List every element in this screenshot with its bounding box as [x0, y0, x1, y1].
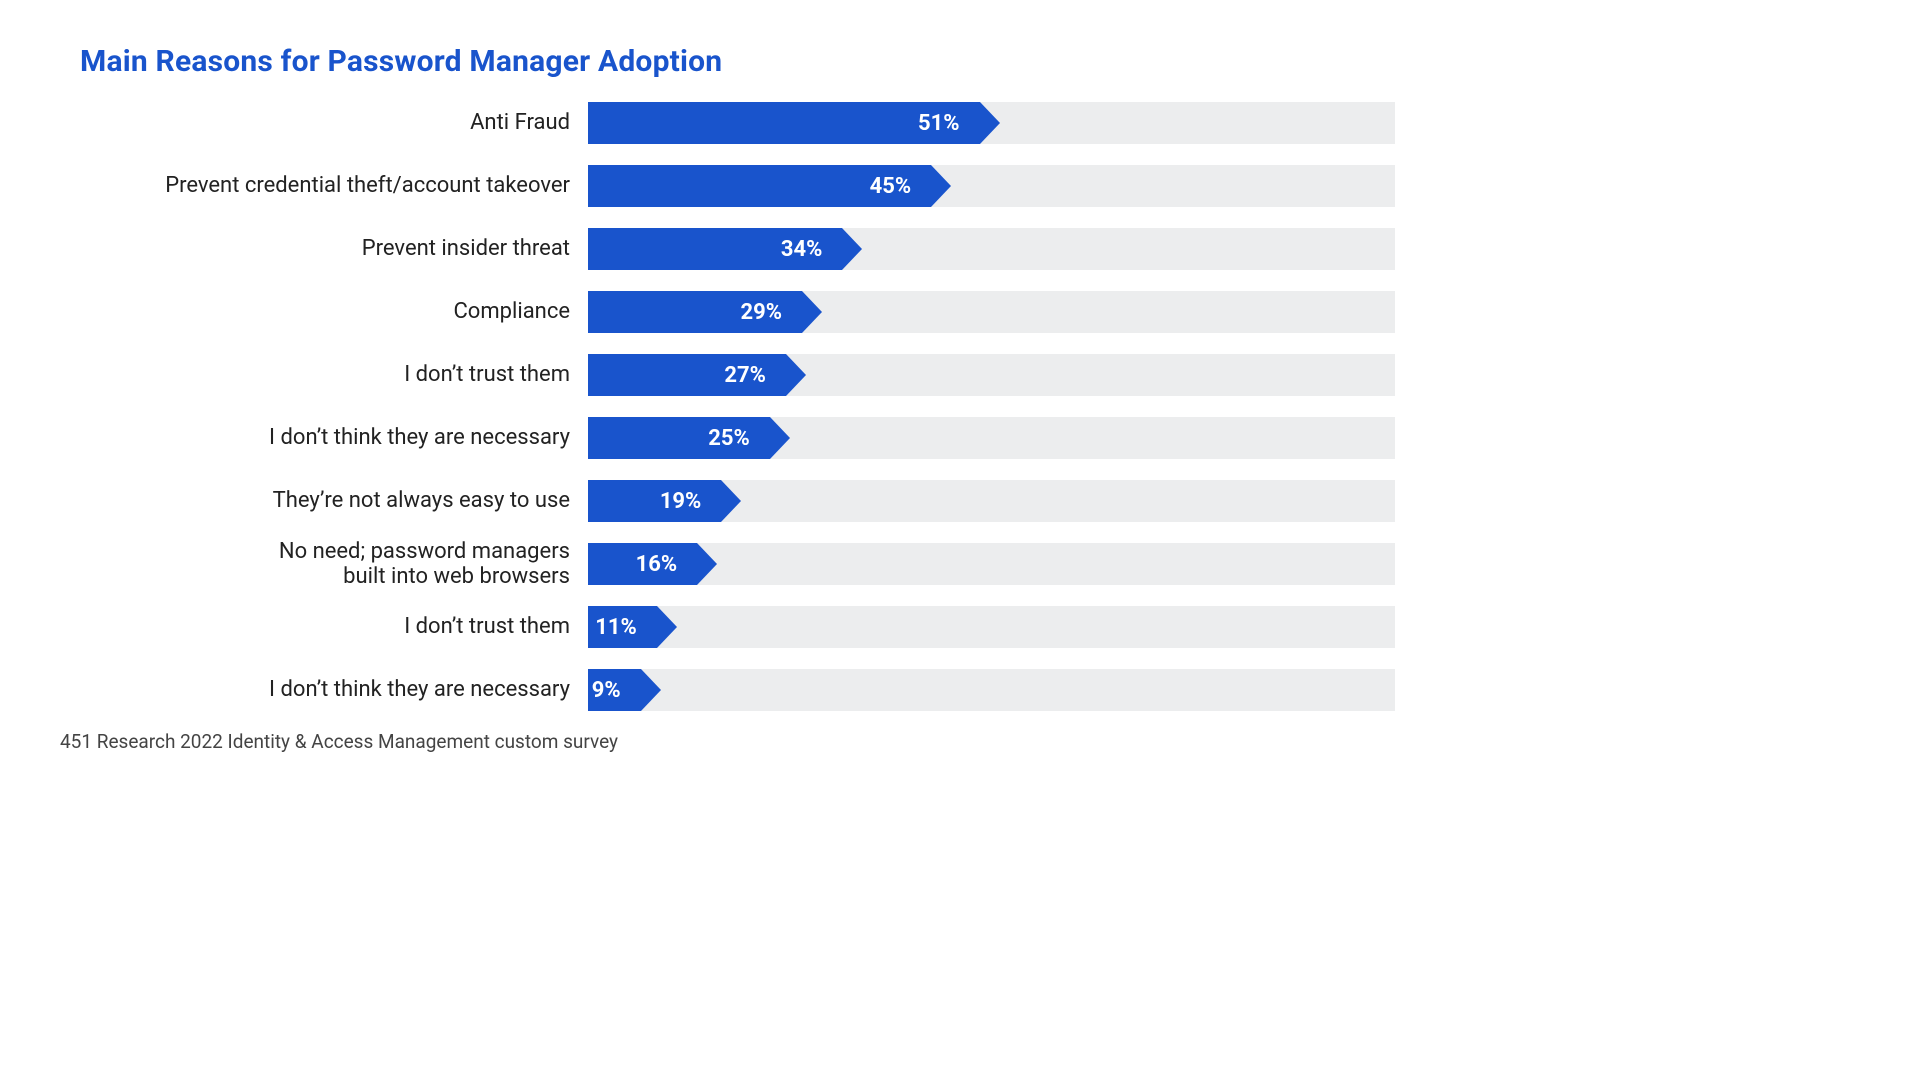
- bar-value-label: 11%: [588, 606, 657, 648]
- bar-value-label: 45%: [588, 165, 931, 207]
- bar-row: I don’t trust them11%: [60, 603, 1395, 651]
- bar-track: 19%: [588, 480, 1395, 522]
- bar-category-label: I don’t trust them: [60, 614, 588, 639]
- bar-track: 51%: [588, 102, 1395, 144]
- bar-track: 25%: [588, 417, 1395, 459]
- bar-chart: Anti Fraud51% Prevent credential theft/ac…: [60, 99, 1395, 714]
- bar: 51%: [588, 102, 1000, 144]
- bar-track: 34%: [588, 228, 1395, 270]
- bar-arrow-tip: [721, 480, 741, 522]
- bar: 45%: [588, 165, 951, 207]
- bar-arrow-tip: [657, 606, 677, 648]
- chart-title: Main Reasons for Password Manager Adopti…: [80, 44, 1375, 79]
- bar-row: No need; password managersbuilt into web…: [60, 540, 1395, 588]
- bar: 19%: [588, 480, 741, 522]
- bar-track: 29%: [588, 291, 1395, 333]
- bar-category-label: Prevent insider threat: [60, 236, 588, 261]
- bar-row: Prevent insider threat34%: [60, 225, 1395, 273]
- bar-value-label: 29%: [588, 291, 802, 333]
- bar: 9%: [588, 669, 661, 711]
- bar-value-label: 25%: [588, 417, 770, 459]
- bar-arrow-tip: [802, 291, 822, 333]
- bar-category-label: Anti Fraud: [60, 110, 588, 135]
- bar-value-label: 16%: [588, 543, 697, 585]
- bar-value-label: 51%: [588, 102, 980, 144]
- bar-row: I don’t think they are necessary9%: [60, 666, 1395, 714]
- bar-arrow-tip: [980, 102, 1000, 144]
- bar-row: Prevent credential theft/account takeove…: [60, 162, 1395, 210]
- bar-value-label: 34%: [588, 228, 842, 270]
- bar: 34%: [588, 228, 862, 270]
- chart-source: 451 Research 2022 Identity & Access Mana…: [60, 730, 1395, 753]
- bar-value-label: 19%: [588, 480, 721, 522]
- bar-track: 11%: [588, 606, 1395, 648]
- bar: 16%: [588, 543, 717, 585]
- bar-arrow-tip: [931, 165, 951, 207]
- bar-track: 16%: [588, 543, 1395, 585]
- bar: 25%: [588, 417, 790, 459]
- bar-category-label: I don’t trust them: [60, 362, 588, 387]
- bar-row: I don’t think they are necessary25%: [60, 414, 1395, 462]
- bar: 29%: [588, 291, 822, 333]
- bar: 27%: [588, 354, 806, 396]
- bar-value-label: 9%: [588, 669, 641, 711]
- bar-category-label: I don’t think they are necessary: [60, 677, 588, 702]
- bar-row: They’re not always easy to use19%: [60, 477, 1395, 525]
- bar-track: 9%: [588, 669, 1395, 711]
- bar-category-label: No need; password managersbuilt into web…: [60, 539, 588, 590]
- bar-category-label: They’re not always easy to use: [60, 488, 588, 513]
- bar-value-label: 27%: [588, 354, 786, 396]
- bar-arrow-tip: [697, 543, 717, 585]
- bar-category-label: Compliance: [60, 299, 588, 324]
- bar: 11%: [588, 606, 677, 648]
- bar-arrow-tip: [641, 669, 661, 711]
- bar-category-label: Prevent credential theft/account takeove…: [60, 173, 588, 198]
- bar-arrow-tip: [770, 417, 790, 459]
- bar-row: I don’t trust them27%: [60, 351, 1395, 399]
- chart-page: Main Reasons for Password Manager Adopti…: [0, 0, 1455, 816]
- bar-track: 45%: [588, 165, 1395, 207]
- bar-row: Compliance29%: [60, 288, 1395, 336]
- bar-row: Anti Fraud51%: [60, 99, 1395, 147]
- bar-category-label: I don’t think they are necessary: [60, 425, 588, 450]
- bar-track: 27%: [588, 354, 1395, 396]
- bar-arrow-tip: [842, 228, 862, 270]
- bar-arrow-tip: [786, 354, 806, 396]
